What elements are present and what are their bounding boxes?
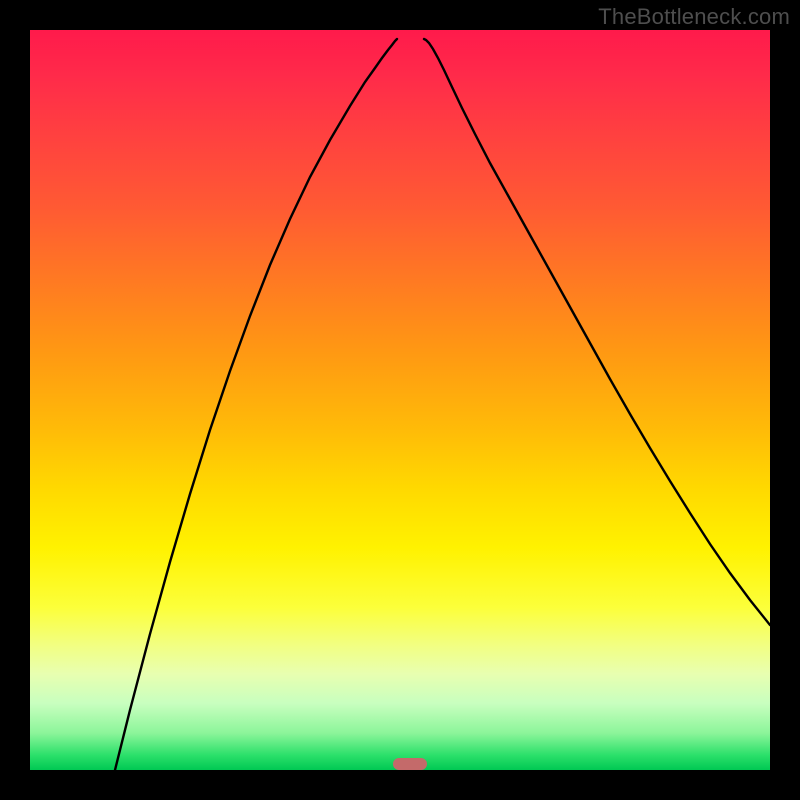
right-curve [424, 39, 770, 625]
left-curve [115, 39, 397, 770]
bottom-marker [393, 758, 427, 770]
watermark-text: TheBottleneck.com [598, 4, 790, 30]
chart-frame: TheBottleneck.com [0, 0, 800, 800]
plot-area [30, 30, 770, 770]
curve-overlay [30, 30, 770, 770]
